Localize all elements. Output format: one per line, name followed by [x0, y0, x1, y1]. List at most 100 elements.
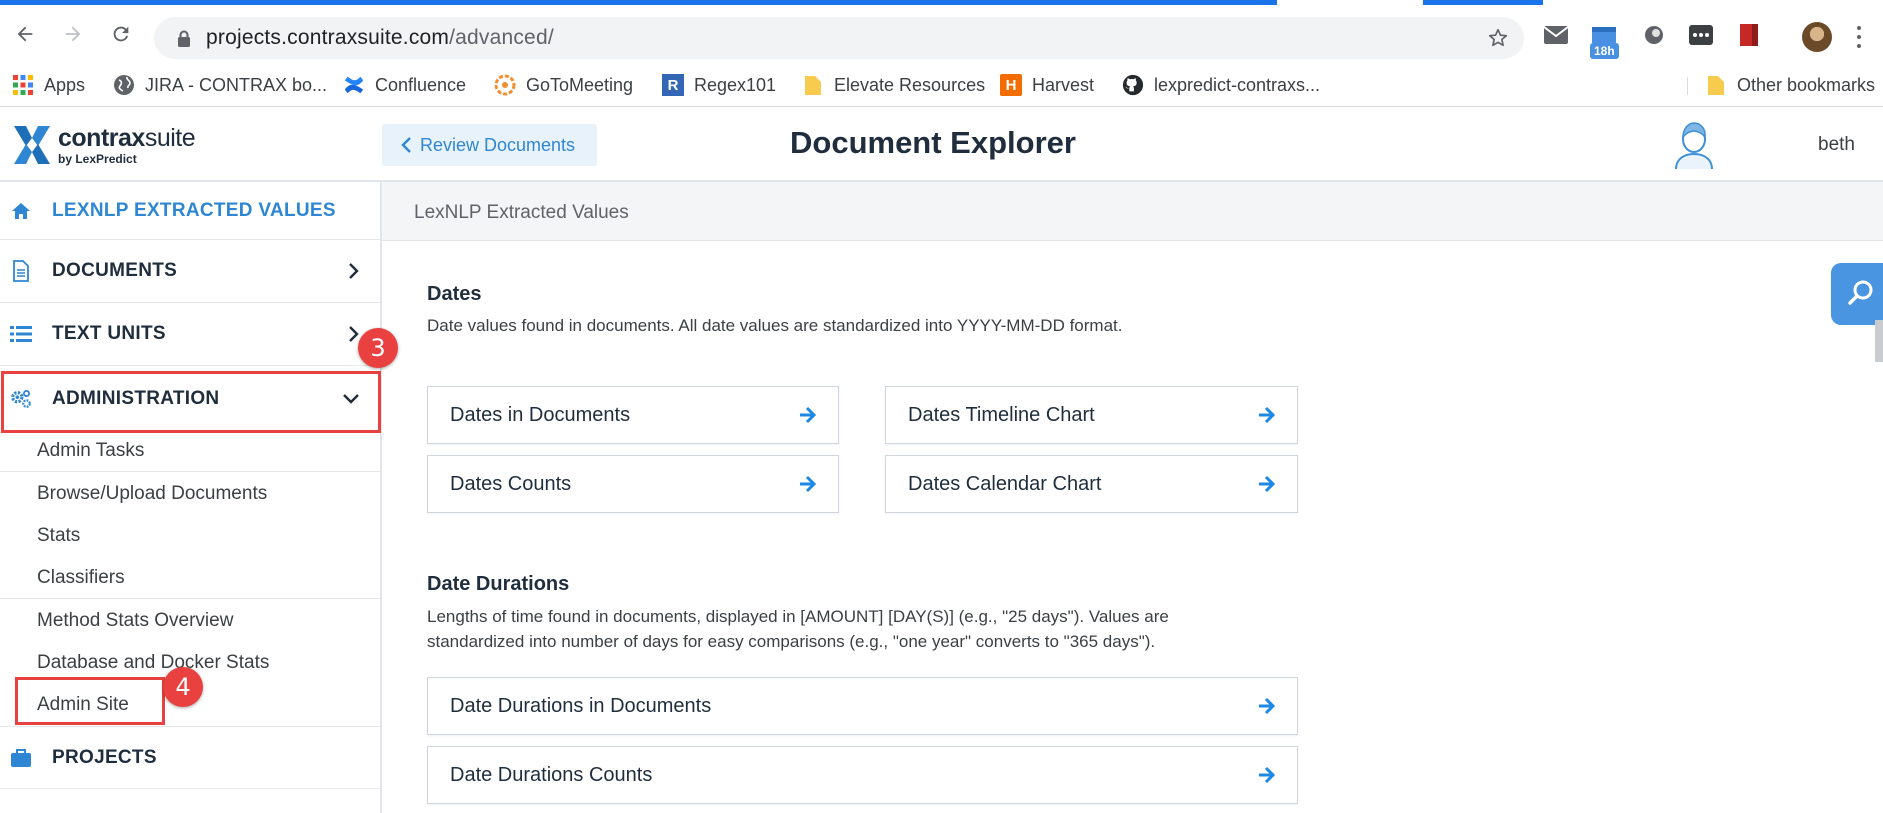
arrow-right-icon: [798, 405, 818, 425]
harvest-icon: H: [1000, 74, 1022, 96]
breadcrumb-bar: LexNLP Extracted Values: [382, 182, 1883, 241]
confluence-icon: [343, 74, 365, 96]
bookmarks-bar: Apps JIRA - CONTRAX bo... Confluence GoT…: [0, 63, 1883, 107]
document-icon: [10, 260, 32, 282]
sidebar-subitem-method-stats-overview[interactable]: Method Stats Overview: [37, 610, 233, 632]
sidebar-subitem-database-docker-stats[interactable]: Database and Docker Stats: [37, 652, 269, 674]
regex-icon: R: [662, 74, 684, 96]
bookmark-github[interactable]: lexpredict-contraxs...: [1122, 71, 1320, 99]
annotation-step-4-badge: 4: [163, 667, 203, 707]
dates-in-documents-link[interactable]: Dates in Documents: [427, 386, 839, 444]
bookmark-extension-icon[interactable]: [1735, 21, 1763, 49]
bookmark-harvest[interactable]: H Harvest: [1000, 71, 1094, 99]
chevron-left-icon: [400, 136, 412, 154]
section-title-dates: Dates: [427, 283, 482, 305]
bookmark-label: lexpredict-contraxs...: [1154, 74, 1321, 95]
bookmark-label: Regex101: [694, 74, 777, 95]
search-icon: [1847, 278, 1875, 311]
bookmark-label: Elevate Resources: [834, 74, 986, 95]
divider: [0, 598, 380, 599]
list-icon: [10, 323, 32, 345]
page-title: Document Explorer: [790, 125, 1076, 160]
bookmark-label: Apps: [44, 74, 86, 95]
bookmark-regex101[interactable]: R Regex101: [662, 71, 776, 99]
bookmark-label: Harvest: [1032, 74, 1095, 95]
divider: [0, 471, 380, 472]
contraxsuite-logo[interactable]: contraxsuite by LexPredict: [12, 122, 196, 168]
arrow-right-icon: [1257, 696, 1277, 716]
home-icon: [10, 200, 32, 222]
card-label: Dates in Documents: [450, 403, 631, 426]
card-label: Date Durations Counts: [450, 763, 653, 786]
chevron-right-icon: [348, 262, 360, 280]
address-bar[interactable]: projects.contraxsuite.com/advanced/: [154, 17, 1524, 59]
dates-counts-link[interactable]: Dates Counts: [427, 455, 839, 513]
password-manager-icon[interactable]: [1687, 21, 1715, 49]
browser-toolbar: projects.contraxsuite.com/advanced/ 18h: [0, 5, 1883, 63]
bookmark-apps[interactable]: Apps: [12, 71, 85, 99]
bookmark-jira[interactable]: JIRA - CONTRAX bo...: [113, 71, 327, 99]
search-fab-button[interactable]: [1831, 263, 1883, 325]
sidebar-subitem-classifiers[interactable]: Classifiers: [37, 567, 125, 589]
sidebar-subitem-admin-tasks[interactable]: Admin Tasks: [37, 440, 144, 462]
sidebar-item-label: TEXT UNITS: [52, 323, 166, 344]
browser-menu-icon[interactable]: [1852, 23, 1866, 51]
bookmark-label: Other bookmarks: [1737, 74, 1876, 95]
apps-grid-icon: [12, 74, 34, 96]
app-header: contraxsuite by LexPredict Review Docume…: [0, 108, 1883, 182]
sidebar-item-label: PROJECTS: [52, 746, 157, 768]
circle-extension-icon[interactable]: [1640, 21, 1668, 49]
bookmark-label: Confluence: [375, 74, 467, 95]
section-title-date-durations: Date Durations: [427, 573, 570, 595]
profile-avatar[interactable]: [1802, 22, 1832, 52]
review-documents-button[interactable]: Review Documents: [382, 124, 597, 166]
annotation-step-3-badge: 3: [358, 328, 398, 368]
forward-arrow-icon[interactable]: [58, 19, 88, 49]
sidebar-item-label: LEXNLP EXTRACTED VALUES: [52, 199, 336, 221]
bookmark-label: JIRA - CONTRAX bo...: [145, 74, 328, 95]
card-label: Dates Counts: [450, 472, 572, 495]
gmail-extension-icon[interactable]: [1542, 21, 1570, 49]
github-icon: [1122, 74, 1144, 96]
sidebar-item-text-units[interactable]: TEXT UNITS: [0, 303, 380, 366]
dates-calendar-chart-link[interactable]: Dates Calendar Chart: [885, 455, 1298, 513]
review-documents-label: Review Documents: [420, 134, 576, 155]
arrow-right-icon: [1257, 405, 1277, 425]
bookmark-confluence[interactable]: Confluence: [343, 71, 466, 99]
bookmark-star-icon[interactable]: [1486, 26, 1510, 50]
back-arrow-icon[interactable]: [10, 19, 40, 49]
scrollbar-thumb[interactable]: [1875, 320, 1883, 362]
bookmark-gotomeeting[interactable]: GoToMeeting: [494, 71, 633, 99]
username[interactable]: beth: [1818, 134, 1855, 156]
briefcase-icon: [10, 747, 32, 769]
arrow-right-icon: [1257, 474, 1277, 494]
sidebar-item-projects[interactable]: PROJECTS: [0, 727, 380, 789]
reload-icon[interactable]: [106, 19, 136, 49]
bookmark-other-bookmarks[interactable]: Other bookmarks: [1705, 71, 1875, 99]
folder-icon: [802, 74, 824, 96]
annotation-box-administration: [1, 371, 381, 433]
card-label: Dates Calendar Chart: [908, 472, 1102, 495]
user-avatar-icon[interactable]: [1672, 120, 1716, 170]
date-durations-counts-link[interactable]: Date Durations Counts: [427, 746, 1298, 804]
breadcrumb: LexNLP Extracted Values: [414, 202, 629, 223]
url-text: projects.contraxsuite.com/advanced/: [206, 26, 554, 49]
arrow-right-icon: [798, 474, 818, 494]
folder-icon: [1705, 74, 1727, 96]
dates-timeline-chart-link[interactable]: Dates Timeline Chart: [885, 386, 1298, 444]
section-description-dates: Date values found in documents. All date…: [427, 316, 1123, 335]
annotation-box-admin-site: [15, 677, 165, 725]
logo-x-mark: [14, 126, 50, 164]
bookmark-label: GoToMeeting: [526, 74, 634, 95]
date-durations-in-documents-link[interactable]: Date Durations in Documents: [427, 677, 1298, 735]
sidebar-subitem-browse-upload-documents[interactable]: Browse/Upload Documents: [37, 483, 267, 505]
arrow-right-icon: [1257, 765, 1277, 785]
bookmarks-divider: [1687, 77, 1688, 95]
bookmark-elevate-resources[interactable]: Elevate Resources: [802, 71, 985, 99]
sidebar-subitem-stats[interactable]: Stats: [37, 525, 80, 547]
sidebar-item-lexnlp-extracted-values[interactable]: LEXNLP EXTRACTED VALUES: [0, 182, 380, 240]
logo-name-light: suite: [144, 123, 196, 152]
sidebar-item-documents[interactable]: DOCUMENTS: [0, 240, 380, 303]
card-label: Date Durations in Documents: [450, 694, 712, 717]
sidebar-item-label: DOCUMENTS: [52, 260, 178, 281]
